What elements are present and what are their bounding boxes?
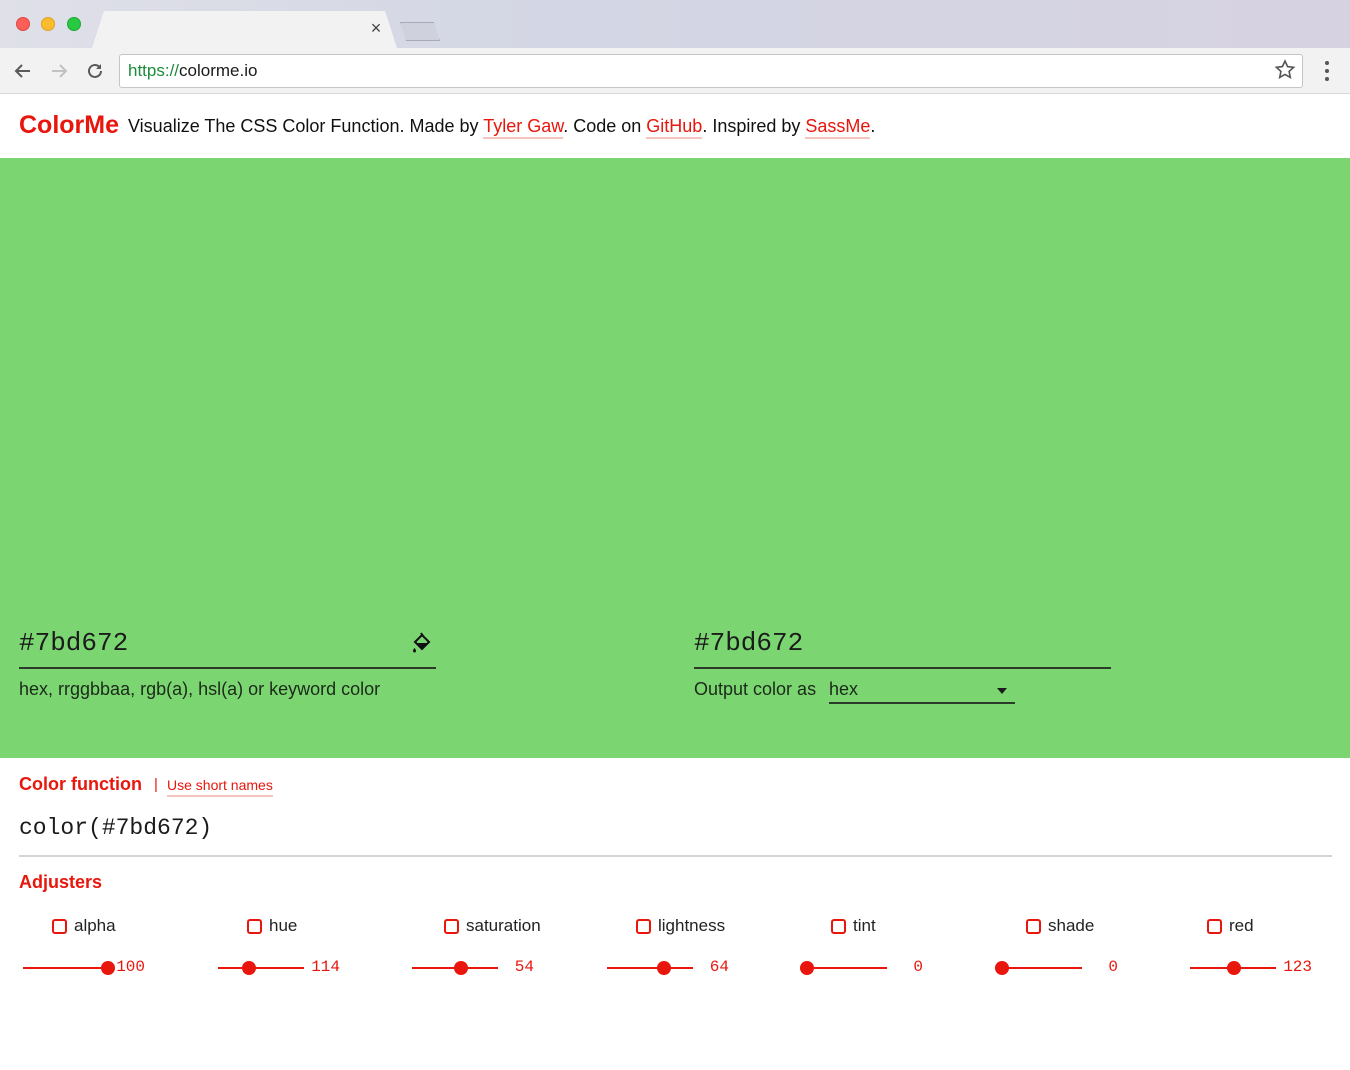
url-host: colorme.io bbox=[179, 61, 258, 80]
adjuster-label: hue bbox=[269, 916, 298, 935]
adjuster-checkbox[interactable] bbox=[52, 919, 67, 934]
adjuster-slider-track[interactable] bbox=[23, 967, 109, 969]
output-format-select[interactable]: hex bbox=[829, 679, 1015, 704]
adjuster-value: 123 bbox=[1283, 958, 1312, 976]
minimize-window-button[interactable] bbox=[41, 17, 55, 31]
tagline-text: . Inspired by bbox=[702, 116, 806, 136]
adjuster-hue: hue 114 bbox=[214, 914, 409, 984]
tagline-text: . Code on bbox=[563, 116, 647, 136]
forward-arrow-icon[interactable] bbox=[46, 58, 72, 84]
color-function-output[interactable]: color(#7bd672) bbox=[19, 815, 212, 841]
adjuster-value: 100 bbox=[116, 958, 145, 976]
adjuster-label: tint bbox=[853, 916, 876, 935]
adjuster-red: red 123 bbox=[1186, 914, 1350, 984]
color-function-heading: Color function bbox=[19, 774, 142, 794]
adjuster-checkbox[interactable] bbox=[831, 919, 846, 934]
adjuster-value: 64 bbox=[709, 958, 729, 976]
tagline-text: . bbox=[870, 116, 876, 136]
adjusters-heading: Adjusters bbox=[19, 872, 103, 892]
back-arrow-icon[interactable] bbox=[10, 58, 36, 84]
color-input-hint: hex, rrggbbaa, rgb(a), hsl(a) or keyword… bbox=[19, 679, 381, 699]
adjuster-checkbox[interactable] bbox=[1026, 919, 1041, 934]
adjuster-shade: shade 0 bbox=[992, 914, 1187, 984]
adjuster-slider-thumb[interactable] bbox=[453, 961, 468, 975]
adjuster-checkbox[interactable] bbox=[444, 919, 459, 934]
adjuster-slider-track[interactable] bbox=[607, 967, 693, 969]
site-header: ColorMe Visualize The CSS Color Function… bbox=[0, 94, 1350, 158]
heading-separator: | bbox=[154, 776, 158, 793]
adjuster-label: alpha bbox=[74, 916, 116, 935]
adjuster-slider-thumb[interactable] bbox=[800, 961, 814, 975]
color-input-field[interactable]: #7bd672 bbox=[19, 622, 436, 669]
site-logo[interactable]: ColorMe bbox=[19, 111, 119, 140]
output-format-value: hex bbox=[829, 679, 859, 699]
browser-toolbar: https://colorme.io bbox=[0, 48, 1350, 94]
adjuster-slider-thumb[interactable] bbox=[1227, 961, 1242, 975]
adjuster-checkbox[interactable] bbox=[636, 919, 651, 934]
adjuster-tint: tint 0 bbox=[797, 914, 992, 984]
paint-bucket-icon[interactable] bbox=[410, 631, 434, 655]
adjuster-slider-thumb[interactable] bbox=[242, 961, 257, 975]
site-tagline: Visualize The CSS Color Function. Made b… bbox=[128, 116, 876, 139]
section-divider bbox=[19, 855, 1332, 857]
reload-icon[interactable] bbox=[82, 58, 108, 84]
color-swatch: #7bd672 hex, rrggbbaa, rgb(a), hsl(a) or… bbox=[0, 158, 1350, 758]
new-tab-button[interactable] bbox=[400, 22, 440, 41]
chevron-down-icon bbox=[997, 688, 1007, 694]
adjuster-label: lightness bbox=[658, 916, 726, 935]
close-window-button[interactable] bbox=[16, 17, 30, 31]
adjuster-saturation: saturation 54 bbox=[408, 914, 603, 984]
color-output-field: #7bd672 bbox=[694, 622, 1111, 669]
adjuster-slider-track[interactable] bbox=[218, 967, 304, 969]
adjuster-lightness: lightness 64 bbox=[603, 914, 798, 984]
adjuster-value: 0 bbox=[1108, 958, 1118, 976]
sassme-link[interactable]: SassMe bbox=[805, 116, 871, 139]
browser-tab[interactable] bbox=[92, 11, 397, 48]
zoom-window-button[interactable] bbox=[67, 17, 81, 31]
bookmark-star-icon[interactable] bbox=[1273, 58, 1297, 82]
adjuster-label: saturation bbox=[466, 916, 541, 935]
adjuster-checkbox[interactable] bbox=[247, 919, 262, 934]
address-bar[interactable]: https://colorme.io bbox=[119, 54, 1303, 88]
github-link[interactable]: GitHub bbox=[646, 116, 703, 139]
url-scheme: https:// bbox=[128, 61, 180, 80]
adjuster-slider-thumb[interactable] bbox=[656, 961, 671, 975]
adjuster-alpha: alpha 100 bbox=[19, 914, 214, 984]
adjuster-value: 54 bbox=[514, 958, 534, 976]
browser-menu-icon[interactable] bbox=[1316, 58, 1338, 84]
use-short-names-link[interactable]: Use short names bbox=[167, 777, 273, 797]
adjuster-label: shade bbox=[1048, 916, 1095, 935]
adjuster-slider-thumb[interactable] bbox=[995, 961, 1009, 975]
adjuster-value: 0 bbox=[913, 958, 923, 976]
output-format-label: Output color as bbox=[694, 679, 817, 699]
adjuster-value: 114 bbox=[311, 958, 340, 976]
tab-close-icon[interactable]: × bbox=[366, 18, 386, 38]
adjuster-label: red bbox=[1229, 916, 1254, 935]
author-link[interactable]: Tyler Gaw bbox=[483, 116, 564, 139]
tagline-text: Visualize The CSS Color Function. Made b… bbox=[128, 116, 484, 136]
color-input-value[interactable]: #7bd672 bbox=[19, 628, 128, 658]
color-output-value: #7bd672 bbox=[694, 628, 804, 658]
adjuster-checkbox[interactable] bbox=[1207, 919, 1222, 934]
browser-tab-bar: × bbox=[0, 0, 1350, 48]
